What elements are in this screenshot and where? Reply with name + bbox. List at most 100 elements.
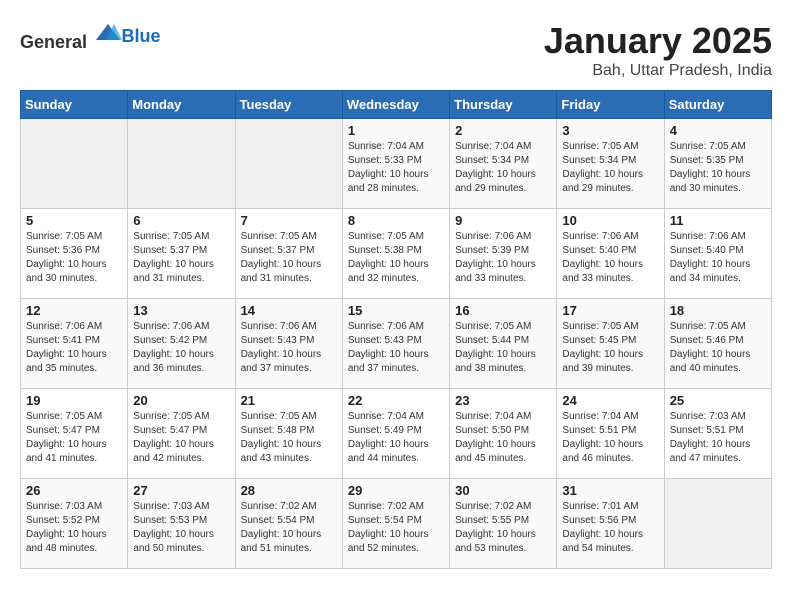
day-number: 8 [348, 213, 444, 228]
logo-icon [94, 20, 122, 48]
day-number: 13 [133, 303, 229, 318]
calendar-day-cell [128, 119, 235, 209]
calendar-day-cell: 30 Sunrise: 7:02 AM Sunset: 5:55 PM Dayli… [450, 479, 557, 569]
day-info: Sunrise: 7:05 AM Sunset: 5:37 PM Dayligh… [241, 230, 337, 286]
day-info: Sunrise: 7:05 AM Sunset: 5:44 PM Dayligh… [455, 320, 551, 376]
day-number: 20 [133, 393, 229, 408]
day-info: Sunrise: 7:05 AM Sunset: 5:47 PM Dayligh… [133, 410, 229, 466]
weekday-header-cell: Tuesday [235, 91, 342, 119]
day-info: Sunrise: 7:05 AM Sunset: 5:35 PM Dayligh… [670, 140, 766, 196]
calendar-week-row: 26 Sunrise: 7:03 AM Sunset: 5:52 PM Dayli… [21, 479, 772, 569]
day-number: 14 [241, 303, 337, 318]
day-info: Sunrise: 7:05 AM Sunset: 5:36 PM Dayligh… [26, 230, 122, 286]
calendar-day-cell: 22Sunrise: 7:04 AM Sunset: 5:49 PM Dayli… [342, 389, 449, 479]
day-info: Sunrise: 7:04 AM Sunset: 5:34 PM Dayligh… [455, 140, 551, 196]
calendar-day-cell: 18 Sunrise: 7:05 AM Sunset: 5:46 PM Dayli… [664, 299, 771, 389]
day-info: Sunrise: 7:06 AM Sunset: 5:40 PM Dayligh… [670, 230, 766, 286]
calendar-day-cell: 15Sunrise: 7:06 AM Sunset: 5:43 PM Dayli… [342, 299, 449, 389]
calendar-week-row: 19 Sunrise: 7:05 AM Sunset: 5:47 PM Dayli… [21, 389, 772, 479]
calendar-day-cell [235, 119, 342, 209]
calendar-day-cell: 27 Sunrise: 7:03 AM Sunset: 5:53 PM Dayli… [128, 479, 235, 569]
calendar-day-cell: 16 Sunrise: 7:05 AM Sunset: 5:44 PM Dayli… [450, 299, 557, 389]
calendar-day-cell: 13Sunrise: 7:06 AM Sunset: 5:42 PM Dayli… [128, 299, 235, 389]
day-info: Sunrise: 7:05 AM Sunset: 5:37 PM Dayligh… [133, 230, 229, 286]
calendar-body: 1 Sunrise: 7:04 AM Sunset: 5:33 PM Daylig… [21, 119, 772, 569]
calendar-day-cell: 26 Sunrise: 7:03 AM Sunset: 5:52 PM Dayli… [21, 479, 128, 569]
day-number: 23 [455, 393, 551, 408]
day-info: Sunrise: 7:05 AM Sunset: 5:34 PM Dayligh… [562, 140, 658, 196]
calendar-day-cell: 1 Sunrise: 7:04 AM Sunset: 5:33 PM Daylig… [342, 119, 449, 209]
calendar-day-cell: 19 Sunrise: 7:05 AM Sunset: 5:47 PM Dayli… [21, 389, 128, 479]
calendar-day-cell: 10 Sunrise: 7:06 AM Sunset: 5:40 PM Dayli… [557, 209, 664, 299]
calendar-day-cell: 5 Sunrise: 7:05 AM Sunset: 5:36 PM Daylig… [21, 209, 128, 299]
day-info: Sunrise: 7:03 AM Sunset: 5:52 PM Dayligh… [26, 500, 122, 556]
calendar-day-cell: 25Sunrise: 7:03 AM Sunset: 5:51 PM Dayli… [664, 389, 771, 479]
day-number: 5 [26, 213, 122, 228]
day-info: Sunrise: 7:06 AM Sunset: 5:43 PM Dayligh… [348, 320, 444, 376]
weekday-header-row: SundayMondayTuesdayWednesdayThursdayFrid… [21, 91, 772, 119]
day-number: 12 [26, 303, 122, 318]
logo: General Blue [20, 20, 161, 53]
calendar-day-cell: 29Sunrise: 7:02 AM Sunset: 5:54 PM Dayli… [342, 479, 449, 569]
calendar-day-cell: 12 Sunrise: 7:06 AM Sunset: 5:41 PM Dayli… [21, 299, 128, 389]
location-title: Bah, Uttar Pradesh, India [544, 62, 772, 80]
calendar-day-cell: 2 Sunrise: 7:04 AM Sunset: 5:34 PM Daylig… [450, 119, 557, 209]
day-info: Sunrise: 7:05 AM Sunset: 5:47 PM Dayligh… [26, 410, 122, 466]
day-number: 26 [26, 483, 122, 498]
logo-general: General [20, 32, 87, 52]
day-number: 21 [241, 393, 337, 408]
calendar-table: SundayMondayTuesdayWednesdayThursdayFrid… [20, 90, 772, 569]
day-info: Sunrise: 7:04 AM Sunset: 5:51 PM Dayligh… [562, 410, 658, 466]
day-info: Sunrise: 7:05 AM Sunset: 5:46 PM Dayligh… [670, 320, 766, 376]
day-info: Sunrise: 7:04 AM Sunset: 5:33 PM Dayligh… [348, 140, 444, 196]
calendar-day-cell: 14Sunrise: 7:06 AM Sunset: 5:43 PM Dayli… [235, 299, 342, 389]
day-info: Sunrise: 7:03 AM Sunset: 5:53 PM Dayligh… [133, 500, 229, 556]
calendar-day-cell: 4 Sunrise: 7:05 AM Sunset: 5:35 PM Daylig… [664, 119, 771, 209]
day-number: 27 [133, 483, 229, 498]
day-number: 10 [562, 213, 658, 228]
day-number: 19 [26, 393, 122, 408]
calendar-day-cell: 23Sunrise: 7:04 AM Sunset: 5:50 PM Dayli… [450, 389, 557, 479]
day-info: Sunrise: 7:06 AM Sunset: 5:40 PM Dayligh… [562, 230, 658, 286]
calendar-day-cell: 17Sunrise: 7:05 AM Sunset: 5:45 PM Dayli… [557, 299, 664, 389]
calendar-day-cell: 20 Sunrise: 7:05 AM Sunset: 5:47 PM Dayli… [128, 389, 235, 479]
day-info: Sunrise: 7:02 AM Sunset: 5:55 PM Dayligh… [455, 500, 551, 556]
day-number: 28 [241, 483, 337, 498]
day-info: Sunrise: 7:01 AM Sunset: 5:56 PM Dayligh… [562, 500, 658, 556]
weekday-header-cell: Monday [128, 91, 235, 119]
calendar-day-cell: 28 Sunrise: 7:02 AM Sunset: 5:54 PM Dayli… [235, 479, 342, 569]
day-info: Sunrise: 7:06 AM Sunset: 5:41 PM Dayligh… [26, 320, 122, 376]
day-number: 30 [455, 483, 551, 498]
calendar-week-row: 1 Sunrise: 7:04 AM Sunset: 5:33 PM Daylig… [21, 119, 772, 209]
weekday-header-cell: Thursday [450, 91, 557, 119]
day-number: 6 [133, 213, 229, 228]
day-info: Sunrise: 7:05 AM Sunset: 5:38 PM Dayligh… [348, 230, 444, 286]
weekday-header-cell: Sunday [21, 91, 128, 119]
day-number: 3 [562, 123, 658, 138]
day-number: 4 [670, 123, 766, 138]
calendar-day-cell: 24 Sunrise: 7:04 AM Sunset: 5:51 PM Dayli… [557, 389, 664, 479]
day-info: Sunrise: 7:06 AM Sunset: 5:39 PM Dayligh… [455, 230, 551, 286]
day-number: 2 [455, 123, 551, 138]
day-number: 18 [670, 303, 766, 318]
page-header: General Blue January 2025 Bah, Uttar Pra… [20, 20, 772, 80]
calendar-day-cell: 7 Sunrise: 7:05 AM Sunset: 5:37 PM Daylig… [235, 209, 342, 299]
day-number: 24 [562, 393, 658, 408]
calendar-day-cell: 31Sunrise: 7:01 AM Sunset: 5:56 PM Dayli… [557, 479, 664, 569]
day-number: 1 [348, 123, 444, 138]
day-info: Sunrise: 7:05 AM Sunset: 5:45 PM Dayligh… [562, 320, 658, 376]
calendar-day-cell: 8 Sunrise: 7:05 AM Sunset: 5:38 PM Daylig… [342, 209, 449, 299]
title-area: January 2025 Bah, Uttar Pradesh, India [544, 20, 772, 80]
day-info: Sunrise: 7:03 AM Sunset: 5:51 PM Dayligh… [670, 410, 766, 466]
day-number: 9 [455, 213, 551, 228]
calendar-day-cell: 6 Sunrise: 7:05 AM Sunset: 5:37 PM Daylig… [128, 209, 235, 299]
calendar-day-cell [21, 119, 128, 209]
calendar-week-row: 5 Sunrise: 7:05 AM Sunset: 5:36 PM Daylig… [21, 209, 772, 299]
day-number: 11 [670, 213, 766, 228]
day-info: Sunrise: 7:02 AM Sunset: 5:54 PM Dayligh… [241, 500, 337, 556]
weekday-header-cell: Friday [557, 91, 664, 119]
day-number: 7 [241, 213, 337, 228]
day-number: 16 [455, 303, 551, 318]
day-info: Sunrise: 7:04 AM Sunset: 5:49 PM Dayligh… [348, 410, 444, 466]
day-info: Sunrise: 7:02 AM Sunset: 5:54 PM Dayligh… [348, 500, 444, 556]
